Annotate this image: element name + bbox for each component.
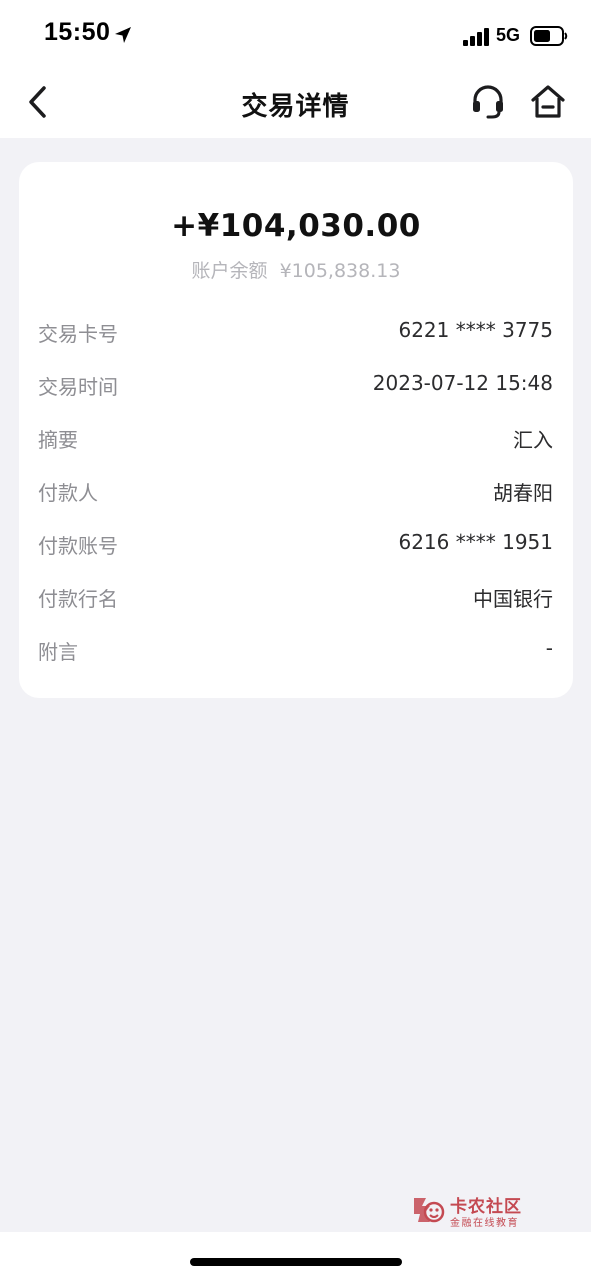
detail-value: 胡春阳 xyxy=(493,481,553,505)
location-arrow-icon xyxy=(115,27,131,43)
balance-value: ¥105,838.13 xyxy=(279,260,401,282)
detail-label: 交易卡号 xyxy=(38,322,118,346)
detail-label: 附言 xyxy=(38,640,78,664)
balance-label: 账户余额 xyxy=(191,260,268,282)
watermark-logo-icon xyxy=(414,1198,445,1223)
detail-value: 2023-07-12 15:48 xyxy=(372,371,553,395)
detail-row-summary: 摘要 汇入 xyxy=(19,412,573,465)
detail-value: 汇入 xyxy=(513,428,553,452)
transaction-amount: +¥104,030.00 xyxy=(171,208,421,244)
detail-row-remark: 附言 - xyxy=(19,624,573,677)
detail-row-card-number: 交易卡号 6221 **** 3775 xyxy=(19,306,573,359)
watermark: 卡农社区 金融在线教育 xyxy=(410,1192,540,1232)
detail-row-time: 交易时间 2023-07-12 15:48 xyxy=(19,359,573,412)
status-bar: 15:50 5G xyxy=(0,0,591,66)
detail-row-payer: 付款人 胡春阳 xyxy=(19,465,573,518)
bottom-band xyxy=(0,1232,591,1280)
detail-value: 中国银行 xyxy=(473,587,553,611)
network-label: 5G xyxy=(496,25,521,45)
balance-line: 账户余额 ¥105,838.13 xyxy=(19,256,573,283)
screen: 15:50 5G 交易详情 +¥104,030.00 账户余额 ¥105,838… xyxy=(0,0,591,1280)
top-area: 15:50 5G 交易详情 xyxy=(0,0,591,138)
detail-label: 摘要 xyxy=(38,428,78,452)
detail-row-payer-bank: 付款行名 中国银行 xyxy=(19,571,573,624)
home-icon[interactable] xyxy=(528,82,568,122)
headset-icon[interactable] xyxy=(468,82,508,122)
detail-label: 付款账号 xyxy=(38,534,118,558)
home-indicator[interactable] xyxy=(190,1258,402,1266)
detail-row-payer-account: 付款账号 6216 **** 1951 xyxy=(19,518,573,571)
detail-value: - xyxy=(545,636,553,660)
detail-value: 6221 **** 3775 xyxy=(398,318,553,342)
detail-label: 付款人 xyxy=(38,481,98,505)
detail-value: 6216 **** 1951 xyxy=(398,530,553,554)
transaction-card: +¥104,030.00 账户余额 ¥105,838.13 交易卡号 6221 *… xyxy=(19,162,573,698)
detail-list: 交易卡号 6221 **** 3775 交易时间 2023-07-12 15:4… xyxy=(19,306,573,677)
nav-bar: 交易详情 xyxy=(0,66,591,138)
watermark-subtitle: 金融在线教育 xyxy=(450,1218,519,1229)
battery-icon xyxy=(530,26,568,46)
detail-label: 付款行名 xyxy=(38,587,118,611)
detail-label: 交易时间 xyxy=(38,375,118,399)
cellular-signal-icon xyxy=(463,28,489,46)
status-time: 15:50 xyxy=(44,18,111,46)
